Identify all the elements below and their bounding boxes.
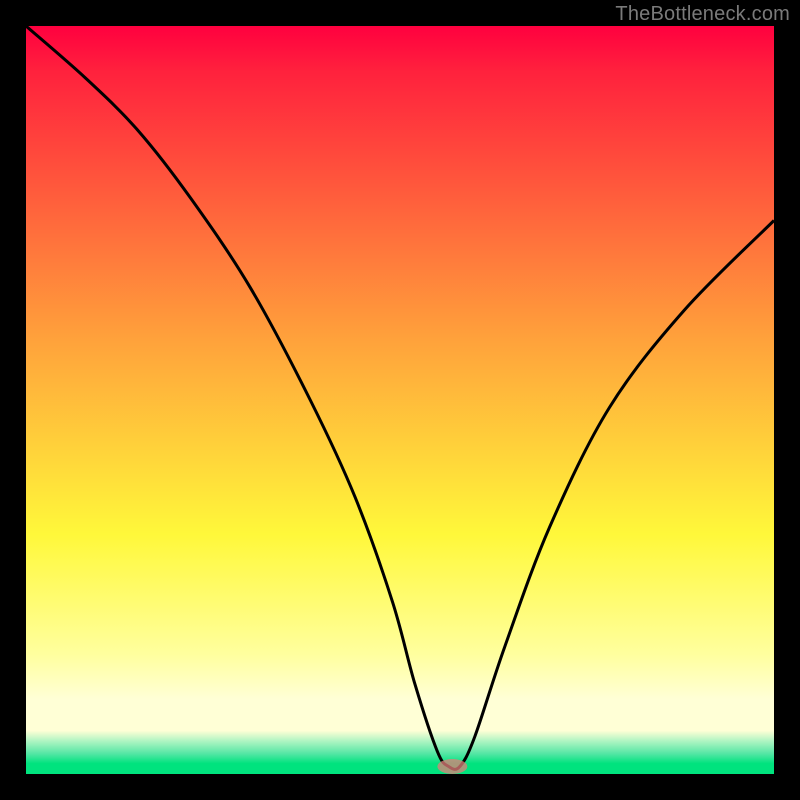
optimum-marker (437, 759, 467, 774)
plot-area (26, 26, 774, 774)
chart-overlay (26, 26, 774, 774)
chart-stage: TheBottleneck.com (0, 0, 800, 800)
bottleneck-curve (26, 26, 774, 769)
watermark-text: TheBottleneck.com (615, 3, 790, 26)
